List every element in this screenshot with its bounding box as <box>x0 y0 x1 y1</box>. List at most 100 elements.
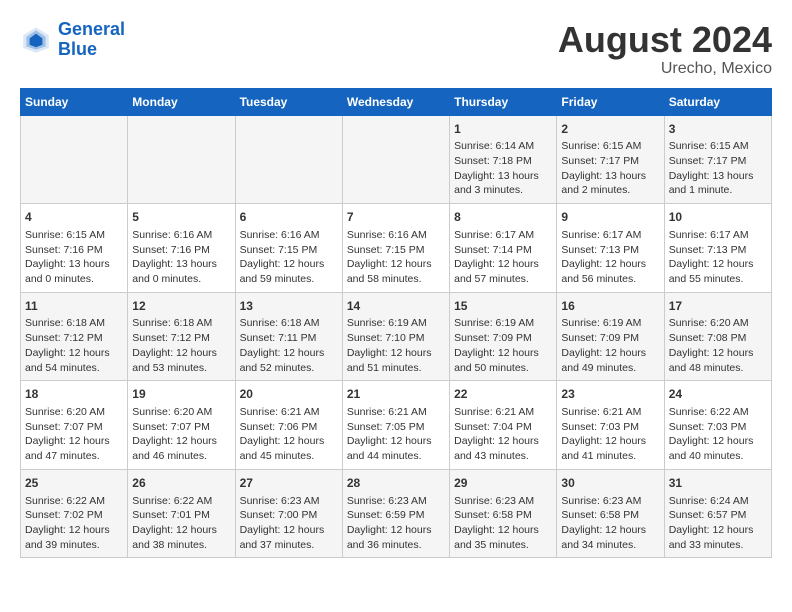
cell-content-line: Sunrise: 6:16 AM <box>240 228 338 243</box>
cell-content-line: Sunset: 7:02 PM <box>25 508 123 523</box>
day-number: 28 <box>347 475 445 492</box>
calendar-cell <box>235 115 342 204</box>
day-number: 7 <box>347 209 445 226</box>
day-number: 22 <box>454 386 552 403</box>
cell-content-line: Sunrise: 6:19 AM <box>347 316 445 331</box>
cell-content-line: Sunset: 7:13 PM <box>561 243 659 258</box>
header-day: Tuesday <box>235 88 342 115</box>
day-number: 10 <box>669 209 767 226</box>
cell-content-line: Sunrise: 6:16 AM <box>347 228 445 243</box>
cell-content-line: Daylight: 12 hours <box>240 257 338 272</box>
cell-content-line: and 41 minutes. <box>561 449 659 464</box>
calendar-cell: 28Sunrise: 6:23 AMSunset: 6:59 PMDayligh… <box>342 469 449 558</box>
cell-content-line: Sunset: 6:59 PM <box>347 508 445 523</box>
cell-content-line: and 40 minutes. <box>669 449 767 464</box>
cell-content-line: Sunrise: 6:24 AM <box>669 494 767 509</box>
calendar-cell: 2Sunrise: 6:15 AMSunset: 7:17 PMDaylight… <box>557 115 664 204</box>
calendar-cell: 16Sunrise: 6:19 AMSunset: 7:09 PMDayligh… <box>557 292 664 381</box>
cell-content-line: Sunrise: 6:23 AM <box>561 494 659 509</box>
cell-content-line: and 38 minutes. <box>132 538 230 553</box>
logo-line1: General <box>58 19 125 39</box>
cell-content-line: Sunset: 7:16 PM <box>25 243 123 258</box>
cell-content-line: Sunset: 7:11 PM <box>240 331 338 346</box>
logo: General Blue <box>20 20 125 60</box>
cell-content-line: and 46 minutes. <box>132 449 230 464</box>
calendar-cell: 30Sunrise: 6:23 AMSunset: 6:58 PMDayligh… <box>557 469 664 558</box>
day-number: 16 <box>561 298 659 315</box>
cell-content-line: and 47 minutes. <box>25 449 123 464</box>
calendar-cell: 11Sunrise: 6:18 AMSunset: 7:12 PMDayligh… <box>21 292 128 381</box>
cell-content-line: Sunset: 7:07 PM <box>25 420 123 435</box>
cell-content-line: Daylight: 13 hours <box>561 169 659 184</box>
cell-content-line: and 52 minutes. <box>240 361 338 376</box>
day-number: 15 <box>454 298 552 315</box>
cell-content-line: Sunrise: 6:20 AM <box>25 405 123 420</box>
header-day: Sunday <box>21 88 128 115</box>
calendar-body: 1Sunrise: 6:14 AMSunset: 7:18 PMDaylight… <box>21 115 772 558</box>
header-row: SundayMondayTuesdayWednesdayThursdayFrid… <box>21 88 772 115</box>
cell-content-line: Daylight: 12 hours <box>561 434 659 449</box>
calendar-cell: 13Sunrise: 6:18 AMSunset: 7:11 PMDayligh… <box>235 292 342 381</box>
calendar-cell: 5Sunrise: 6:16 AMSunset: 7:16 PMDaylight… <box>128 204 235 293</box>
cell-content-line: Sunset: 7:09 PM <box>561 331 659 346</box>
cell-content-line: Daylight: 12 hours <box>454 346 552 361</box>
cell-content-line: Sunrise: 6:23 AM <box>240 494 338 509</box>
calendar-cell: 17Sunrise: 6:20 AMSunset: 7:08 PMDayligh… <box>664 292 771 381</box>
cell-content-line: Sunrise: 6:19 AM <box>561 316 659 331</box>
cell-content-line: Daylight: 12 hours <box>347 434 445 449</box>
day-number: 6 <box>240 209 338 226</box>
cell-content-line: and 57 minutes. <box>454 272 552 287</box>
cell-content-line: and 1 minute. <box>669 183 767 198</box>
cell-content-line: Sunrise: 6:18 AM <box>132 316 230 331</box>
calendar-title: August 2024 <box>558 20 772 60</box>
header-day: Wednesday <box>342 88 449 115</box>
calendar-cell: 4Sunrise: 6:15 AMSunset: 7:16 PMDaylight… <box>21 204 128 293</box>
calendar-cell: 8Sunrise: 6:17 AMSunset: 7:14 PMDaylight… <box>450 204 557 293</box>
cell-content-line: and 43 minutes. <box>454 449 552 464</box>
cell-content-line: Daylight: 12 hours <box>132 434 230 449</box>
cell-content-line: and 49 minutes. <box>561 361 659 376</box>
logo-line2: Blue <box>58 39 97 59</box>
cell-content-line: Sunrise: 6:21 AM <box>561 405 659 420</box>
cell-content-line: Daylight: 13 hours <box>669 169 767 184</box>
cell-content-line: Daylight: 12 hours <box>669 523 767 538</box>
cell-content-line: Sunset: 7:03 PM <box>561 420 659 435</box>
day-number: 4 <box>25 209 123 226</box>
cell-content-line: Sunset: 7:12 PM <box>25 331 123 346</box>
calendar-cell: 7Sunrise: 6:16 AMSunset: 7:15 PMDaylight… <box>342 204 449 293</box>
cell-content-line: Daylight: 12 hours <box>669 346 767 361</box>
day-number: 25 <box>25 475 123 492</box>
calendar-cell: 26Sunrise: 6:22 AMSunset: 7:01 PMDayligh… <box>128 469 235 558</box>
cell-content-line: Daylight: 12 hours <box>561 346 659 361</box>
calendar-week-row: 25 Sunrise: 6:22 AM Sunset: 7:02 PM Dayligh… <box>21 469 772 558</box>
cell-content-line: Sunset: 7:01 PM <box>132 508 230 523</box>
cell-content-line: Daylight: 12 hours <box>25 434 123 449</box>
calendar-cell: 1Sunrise: 6:14 AMSunset: 7:18 PMDaylight… <box>450 115 557 204</box>
calendar-cell: 20Sunrise: 6:21 AMSunset: 7:06 PMDayligh… <box>235 381 342 470</box>
cell-content-line: Sunrise: 6:15 AM <box>25 228 123 243</box>
cell-content-line: Daylight: 12 hours <box>240 434 338 449</box>
cell-content-line: and 44 minutes. <box>347 449 445 464</box>
cell-content-line: Sunrise: 6:21 AM <box>240 405 338 420</box>
cell-content-line: Sunset: 7:15 PM <box>347 243 445 258</box>
cell-content-line: and 37 minutes. <box>240 538 338 553</box>
cell-content-line: and 0 minutes. <box>25 272 123 287</box>
cell-content-line: Sunset: 7:15 PM <box>240 243 338 258</box>
logo-icon <box>20 24 52 56</box>
calendar-cell <box>342 115 449 204</box>
page-header: General Blue August 2024 Urecho, Mexico <box>20 20 772 78</box>
header-day: Monday <box>128 88 235 115</box>
cell-content-line: Sunrise: 6:22 AM <box>132 494 230 509</box>
cell-content-line: Sunset: 7:06 PM <box>240 420 338 435</box>
header-day: Saturday <box>664 88 771 115</box>
calendar-week-row: 18Sunrise: 6:20 AMSunset: 7:07 PMDayligh… <box>21 381 772 470</box>
calendar-week-row: 4 Sunrise: 6:15 AMSunset: 7:16 PM Daylight… <box>21 204 772 293</box>
calendar-cell: 31Sunrise: 6:24 AMSunset: 6:57 PMDayligh… <box>664 469 771 558</box>
cell-content-line: Daylight: 13 hours <box>454 169 552 184</box>
cell-content-line: Daylight: 12 hours <box>240 523 338 538</box>
cell-content-line: and 56 minutes. <box>561 272 659 287</box>
day-number: 8 <box>454 209 552 226</box>
day-number: 9 <box>561 209 659 226</box>
day-number: 12 <box>132 298 230 315</box>
cell-content-line: and 2 minutes. <box>561 183 659 198</box>
